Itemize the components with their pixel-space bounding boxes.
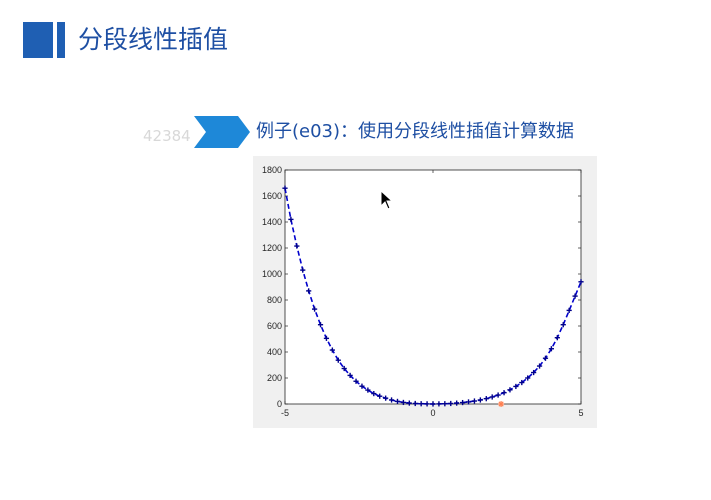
y-tick-labels: 0 200 400 600 800 1000 1200 1400 1600 1800 [262, 165, 282, 409]
y-tick-label: 1600 [262, 191, 282, 201]
y-tick-label: 800 [267, 295, 282, 305]
title-accent-bar [57, 22, 65, 58]
arrow-bullet-icon [194, 116, 250, 148]
highlight-point [498, 401, 505, 407]
title-accent-block [23, 22, 53, 58]
y-tick-label: 1800 [262, 165, 282, 175]
x-tick-label: 0 [430, 408, 435, 418]
y-tick-label: 1400 [262, 217, 282, 227]
y-tick-label: 1200 [262, 243, 282, 253]
x-tick-label: 5 [578, 408, 583, 418]
slide-title: 分段线性插值 [78, 25, 229, 54]
y-tick-label: 0 [277, 399, 282, 409]
example-caption: 例子(e03)：使用分段线性插值计算数据 [256, 121, 575, 142]
plot-figure: -5 0 5 0 200 400 600 800 1000 1200 1400 1600 1800 [253, 156, 597, 428]
line-chart: -5 0 5 020040060080010001200140016001800 [262, 165, 584, 418]
highlight-marker [498, 401, 505, 407]
watermark-text: 42384 [143, 127, 191, 145]
y-tick-label: 1000 [262, 269, 282, 279]
y-tick-label: 600 [267, 321, 282, 331]
y-tick-label: 400 [267, 347, 282, 357]
x-tick-label: -5 [281, 408, 289, 418]
x-tick-labels: -5 0 5 [281, 408, 584, 418]
mouse-cursor-icon [380, 190, 394, 210]
y-tick-label: 200 [267, 373, 282, 383]
